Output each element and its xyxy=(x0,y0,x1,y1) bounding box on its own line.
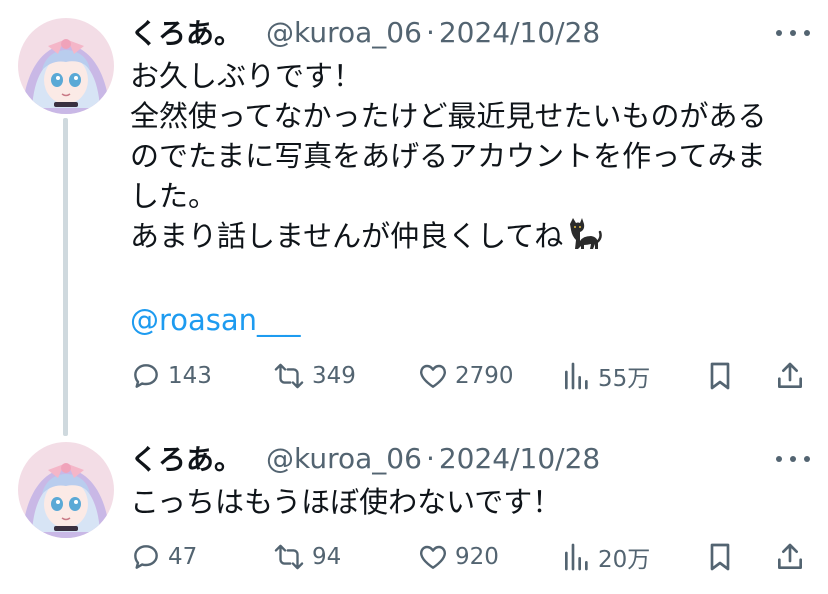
share-icon xyxy=(774,360,806,392)
text-line: お久しぶりです！ xyxy=(130,59,363,93)
tweet-2[interactable]: くろあ。 @kuroa_06 · 2024/10/28 こっちはもうほぼ使わない… xyxy=(0,420,828,594)
share-button[interactable] xyxy=(774,359,806,393)
views-button[interactable]: 55万 xyxy=(562,359,650,393)
reply-count: 143 xyxy=(168,363,212,389)
views-count: 55万 xyxy=(598,366,651,392)
bookmark-icon xyxy=(706,360,734,392)
tweet-actions: 143 349 2790 55万 xyxy=(130,359,810,393)
views-chart-icon xyxy=(562,541,592,573)
like-count: 920 xyxy=(455,544,499,570)
tweet-1[interactable]: くろあ。 @kuroa_06 · 2024/10/28 お久しぶりです！ 全然使… xyxy=(0,0,828,420)
text-line: あまり話しませんが仲良くしてね xyxy=(130,219,564,253)
repost-icon xyxy=(272,360,306,392)
views-button[interactable]: 20万 xyxy=(562,540,650,574)
text-line: した。 xyxy=(130,179,218,213)
bookmark-button[interactable] xyxy=(706,359,734,393)
reply-button[interactable]: 47 xyxy=(130,540,197,574)
repost-count: 349 xyxy=(312,363,356,389)
author-name[interactable]: くろあ。 xyxy=(130,438,242,478)
repost-icon xyxy=(272,541,306,573)
reply-icon xyxy=(130,360,162,392)
reply-icon xyxy=(130,541,162,573)
like-count: 2790 xyxy=(455,363,514,389)
mention-link[interactable]: @roasan___ xyxy=(130,303,301,337)
tweet-text: お久しぶりです！ 全然使ってなかったけど最近見せたいものがある のでたまに写真を… xyxy=(130,56,810,340)
bookmark-icon xyxy=(706,541,734,573)
avatar[interactable] xyxy=(18,442,114,538)
heart-icon xyxy=(417,360,449,392)
author-handle[interactable]: @kuroa_06 xyxy=(266,16,422,49)
like-button[interactable]: 920 xyxy=(417,540,499,574)
tweet-actions: 47 94 920 20万 xyxy=(130,540,810,574)
more-dots-icon[interactable] xyxy=(776,28,810,38)
black-cat-emoji xyxy=(565,218,603,260)
bookmark-button[interactable] xyxy=(706,540,734,574)
views-count: 20万 xyxy=(598,547,651,573)
tweet-header: くろあ。 @kuroa_06 · 2024/10/28 xyxy=(130,12,600,52)
text-line: のでたまに写真をあげるアカウントを作ってみま xyxy=(130,139,766,173)
text-line-with-emoji: あまり話しませんが仲良くしてね xyxy=(130,216,810,260)
share-button[interactable] xyxy=(774,540,806,574)
reply-count: 47 xyxy=(168,544,198,570)
tweet-header: くろあ。 @kuroa_06 · 2024/10/28 xyxy=(130,438,600,478)
text-line: こっちはもうほぼ使わないです！ xyxy=(130,485,562,519)
repost-count: 94 xyxy=(312,544,342,570)
reply-button[interactable]: 143 xyxy=(130,359,212,393)
author-name[interactable]: くろあ。 xyxy=(130,12,242,52)
text-line: 全然使ってなかったけど最近見せたいものがある xyxy=(130,99,767,133)
repost-button[interactable]: 94 xyxy=(272,540,341,574)
more-dots-icon[interactable] xyxy=(776,454,810,464)
separator-dot: · xyxy=(425,441,435,475)
author-handle[interactable]: @kuroa_06 xyxy=(266,442,422,475)
heart-icon xyxy=(417,541,449,573)
separator-dot: · xyxy=(425,15,435,49)
tweet-date[interactable]: 2024/10/28 xyxy=(439,16,600,49)
tweet-text: こっちはもうほぼ使わないです！ xyxy=(130,482,810,522)
avatar[interactable] xyxy=(18,18,114,114)
like-button[interactable]: 2790 xyxy=(417,359,514,393)
share-icon xyxy=(774,541,806,573)
tweet-date[interactable]: 2024/10/28 xyxy=(439,442,600,475)
repost-button[interactable]: 349 xyxy=(272,359,356,393)
views-chart-icon xyxy=(562,360,592,392)
